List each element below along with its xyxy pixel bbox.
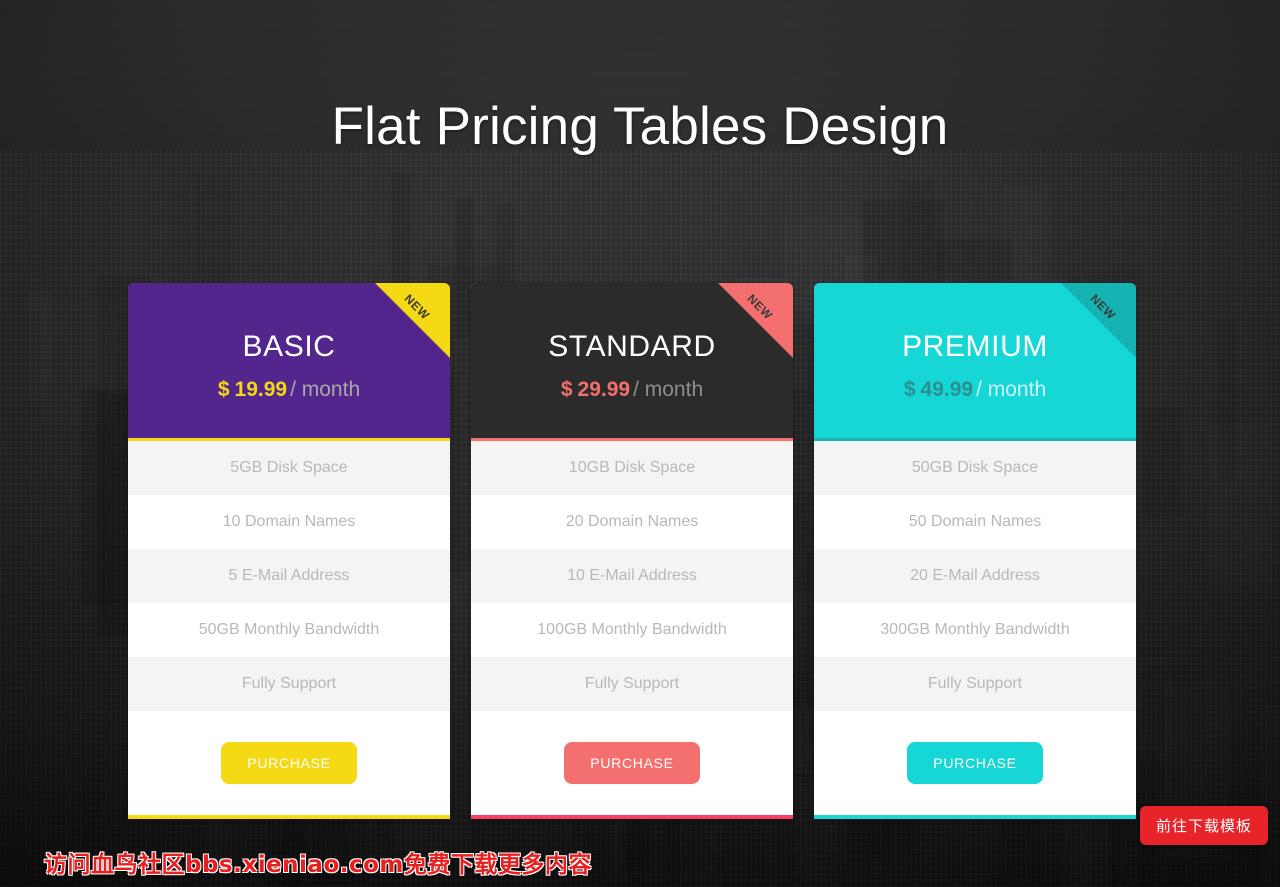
plan-price-premium: $49.99/ month	[814, 378, 1136, 402]
pricing-table-row: BASIC $19.99/ month NEW 5GB Disk Space 10 Do…	[128, 283, 1148, 819]
watermark-text: 访问血鸟社区bbs.xieniao.com免费下载更多内容	[44, 852, 592, 878]
price-amount-basic: 19.99	[234, 378, 288, 401]
feature-item: 10 Domain Names	[128, 495, 450, 549]
feature-item: Fully Support	[128, 657, 450, 711]
pricing-card-basic: BASIC $19.99/ month NEW 5GB Disk Space 10 Do…	[128, 283, 450, 819]
pricing-card-standard: STANDARD $29.99/ month NEW 10GB Disk Space 2…	[471, 283, 793, 819]
feature-item: 50GB Disk Space	[814, 441, 1136, 495]
feature-item: 20 E-Mail Address	[814, 549, 1136, 603]
feature-item: 5GB Disk Space	[128, 441, 450, 495]
pricing-page: Flat Pricing Tables Design BASIC $19.99/ …	[0, 0, 1280, 887]
card-bottom-edge-premium	[814, 815, 1136, 819]
feature-item: 100GB Monthly Bandwidth	[471, 603, 793, 657]
page-title: Flat Pricing Tables Design	[331, 97, 949, 156]
feature-item: 10 E-Mail Address	[471, 549, 793, 603]
price-currency-premium: $	[903, 378, 916, 401]
price-currency-basic: $	[217, 378, 230, 401]
feature-item: Fully Support	[814, 657, 1136, 711]
new-ribbon-premium: NEW	[1061, 283, 1136, 358]
card-bottom-edge-basic	[128, 815, 450, 819]
card-footer-standard: PURCHASE	[471, 711, 793, 815]
price-period-basic: / month	[290, 378, 361, 401]
feature-item: 5 E-Mail Address	[128, 549, 450, 603]
feature-item: 20 Domain Names	[471, 495, 793, 549]
feature-list-standard: 10GB Disk Space 20 Domain Names 10 E-Mail …	[471, 441, 793, 711]
feature-item: Fully Support	[471, 657, 793, 711]
feature-list-basic: 5GB Disk Space 10 Domain Names 5 E-Mail Ad…	[128, 441, 450, 711]
purchase-button-basic[interactable]: PURCHASE	[221, 742, 357, 784]
card-header-premium: PREMIUM $49.99/ month NEW	[814, 283, 1136, 438]
feature-item: 50 Domain Names	[814, 495, 1136, 549]
price-amount-premium: 49.99	[920, 378, 974, 401]
pricing-card-premium: PREMIUM $49.99/ month NEW 50GB Disk Space 50…	[814, 283, 1136, 819]
price-amount-standard: 29.99	[577, 378, 631, 401]
new-ribbon-basic: NEW	[375, 283, 450, 358]
card-footer-premium: PURCHASE	[814, 711, 1136, 815]
feature-item: 50GB Monthly Bandwidth	[128, 603, 450, 657]
plan-price-standard: $29.99/ month	[471, 378, 793, 402]
download-template-button[interactable]: 前往下载模板	[1139, 806, 1268, 845]
purchase-button-standard[interactable]: PURCHASE	[564, 742, 700, 784]
purchase-button-premium[interactable]: PURCHASE	[907, 742, 1043, 784]
feature-item: 10GB Disk Space	[471, 441, 793, 495]
feature-item: 300GB Monthly Bandwidth	[814, 603, 1136, 657]
card-footer-basic: PURCHASE	[128, 711, 450, 815]
price-period-premium: / month	[976, 378, 1047, 401]
price-currency-standard: $	[560, 378, 573, 401]
plan-price-basic: $19.99/ month	[128, 378, 450, 402]
card-header-basic: BASIC $19.99/ month NEW	[128, 283, 450, 438]
card-bottom-edge-standard	[471, 815, 793, 819]
new-ribbon-standard: NEW	[718, 283, 793, 358]
card-header-standard: STANDARD $29.99/ month NEW	[471, 283, 793, 438]
feature-list-premium: 50GB Disk Space 50 Domain Names 20 E-Mail …	[814, 441, 1136, 711]
price-period-standard: / month	[633, 378, 704, 401]
